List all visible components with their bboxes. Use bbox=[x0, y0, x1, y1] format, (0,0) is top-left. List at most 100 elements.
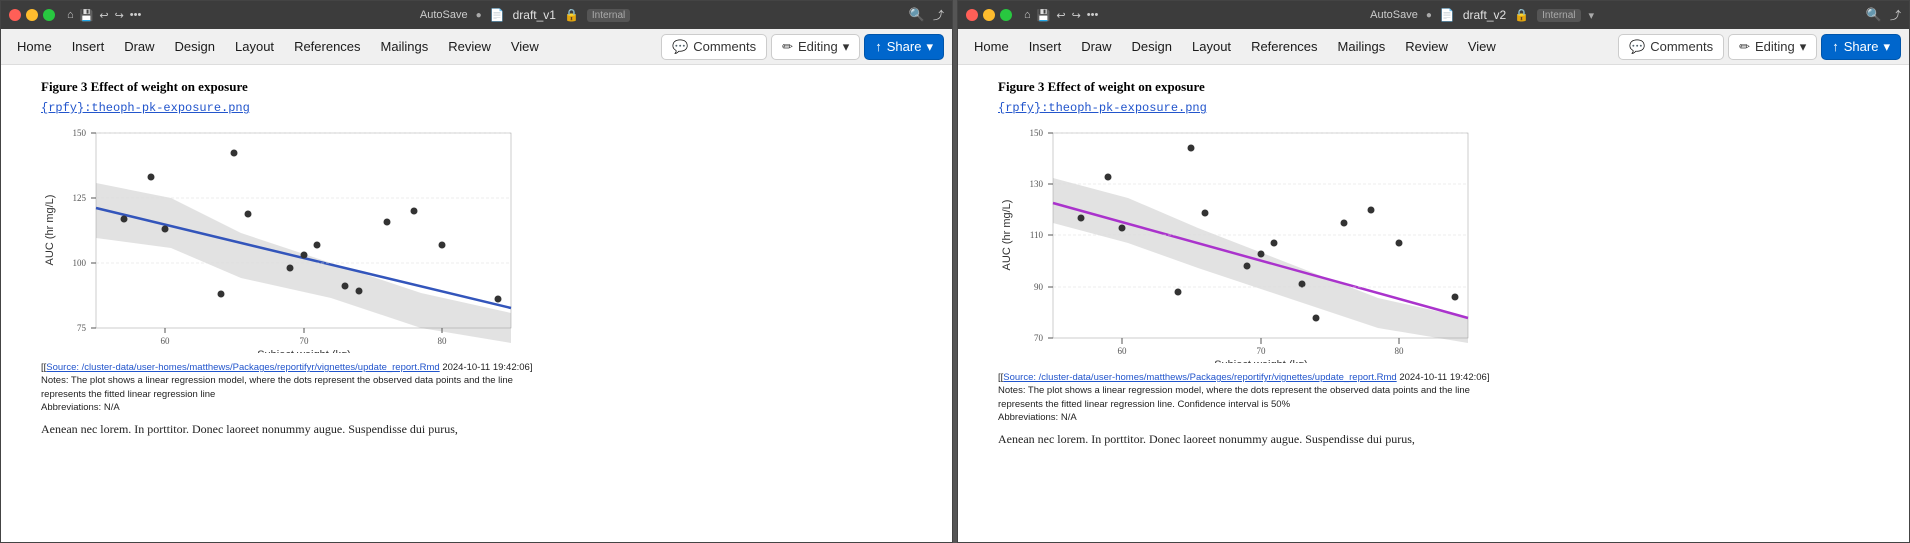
right-autosave-toggle[interactable]: ● bbox=[1426, 10, 1432, 21]
right-xlabel: Subject weight (kg) bbox=[1214, 359, 1308, 363]
right-body-text: Aenean nec lorem. In porttitor. Donec la… bbox=[998, 430, 1869, 448]
right-menu-view[interactable]: View bbox=[1460, 35, 1504, 58]
left-title-center: AutoSave ● 📄 draft_v1 🔒 Internal bbox=[147, 8, 902, 22]
right-doc-badge: Internal bbox=[1537, 9, 1580, 22]
left-dp-7 bbox=[301, 252, 308, 259]
right-comments-button[interactable]: 💬 Comments bbox=[1618, 34, 1724, 60]
right-window: ⌂ 💾 ↩ ↪ ••• AutoSave ● 📄 draft_v2 🔒 Inte… bbox=[957, 0, 1910, 543]
right-menu-references[interactable]: References bbox=[1243, 35, 1325, 58]
left-save-icon[interactable]: 💾 bbox=[80, 9, 94, 22]
left-chart-svg: 75 100 125 150 60 bbox=[41, 123, 531, 353]
left-source-link[interactable]: Source: /cluster-data/user-homes/matthew… bbox=[46, 362, 439, 373]
left-internal-icon: 🔒 bbox=[564, 8, 579, 22]
left-xtick-70: 70 bbox=[300, 336, 310, 346]
right-dp-2 bbox=[1105, 174, 1112, 181]
right-search-icon[interactable]: 🔍 bbox=[1866, 7, 1882, 23]
left-autosave-toggle[interactable]: ● bbox=[476, 10, 482, 21]
left-search-icon[interactable]: 🔍 bbox=[909, 7, 925, 23]
left-maximize-button[interactable] bbox=[43, 9, 55, 21]
right-redo-icon[interactable]: ↪ bbox=[1072, 9, 1081, 22]
right-undo-icon[interactable]: ↩ bbox=[1056, 9, 1065, 22]
left-doc-badge: Internal bbox=[587, 9, 630, 22]
right-menu-mailings[interactable]: Mailings bbox=[1330, 35, 1394, 58]
right-dp-14 bbox=[1452, 294, 1459, 301]
left-menu-references[interactable]: References bbox=[286, 35, 368, 58]
right-doc-area: Figure 3 Effect of weight on exposure {r… bbox=[958, 65, 1909, 542]
left-menu-design[interactable]: Design bbox=[167, 35, 223, 58]
left-menu-bar: Home Insert Draw Design Layout Reference… bbox=[1, 29, 952, 65]
left-editing-chevron: ▾ bbox=[843, 39, 850, 55]
right-dp-6 bbox=[1244, 263, 1251, 270]
left-comments-button[interactable]: 💬 Comments bbox=[661, 34, 767, 60]
right-save-icon[interactable]: 💾 bbox=[1037, 9, 1051, 22]
right-maximize-button[interactable] bbox=[1000, 9, 1012, 21]
left-menu-view[interactable]: View bbox=[503, 35, 547, 58]
left-doc-area: Figure 3 Effect of weight on exposure {r… bbox=[1, 65, 952, 542]
left-menu-insert[interactable]: Insert bbox=[64, 35, 113, 58]
right-source-notes: Notes: The plot shows a linear regressio… bbox=[998, 385, 1470, 396]
right-menu-review[interactable]: Review bbox=[1397, 35, 1456, 58]
right-editing-label: Editing bbox=[1755, 39, 1795, 54]
right-internal-icon: 🔒 bbox=[1514, 8, 1529, 22]
right-menu-draw[interactable]: Draw bbox=[1073, 35, 1119, 58]
left-doc-icon: 📄 bbox=[490, 8, 505, 22]
left-close-button[interactable] bbox=[9, 9, 21, 21]
left-window: ⌂ 💾 ↩ ↪ ••• AutoSave ● 📄 draft_v1 🔒 Inte… bbox=[0, 0, 953, 543]
right-source-date: 2024-10-11 19:42:06] bbox=[1399, 372, 1489, 383]
right-dp-12 bbox=[1368, 207, 1375, 214]
right-menu-layout[interactable]: Layout bbox=[1184, 35, 1239, 58]
left-title-bar: ⌂ 💾 ↩ ↪ ••• AutoSave ● 📄 draft_v1 🔒 Inte… bbox=[1, 1, 952, 29]
left-undo-icon[interactable]: ↩ bbox=[99, 9, 108, 22]
right-source-notes2: represents the fitted linear regression … bbox=[998, 399, 1290, 410]
left-comments-label: Comments bbox=[693, 39, 756, 54]
left-menu-home[interactable]: Home bbox=[9, 35, 60, 58]
left-xlabel: Subject weight (kg) bbox=[257, 349, 351, 353]
left-figure-ref: {rpfy}:theoph-pk-exposure.png bbox=[41, 101, 912, 115]
left-comment-icon: 💬 bbox=[672, 39, 688, 55]
left-menu-mailings[interactable]: Mailings bbox=[373, 35, 437, 58]
left-share2-icon[interactable]: ⤴ bbox=[933, 7, 944, 23]
left-dp-14 bbox=[495, 296, 502, 303]
right-minimize-button[interactable] bbox=[983, 9, 995, 21]
left-dp-3 bbox=[162, 226, 169, 233]
right-dp-7 bbox=[1258, 251, 1265, 258]
left-doc-name: draft_v1 bbox=[513, 8, 556, 22]
right-menu-bar: Home Insert Draw Design Layout Reference… bbox=[958, 29, 1909, 65]
left-ytick-100: 100 bbox=[73, 258, 87, 268]
right-dp-8 bbox=[1271, 240, 1278, 247]
right-menu-insert[interactable]: Insert bbox=[1021, 35, 1070, 58]
right-source-link[interactable]: Source: /cluster-data/user-homes/matthew… bbox=[1003, 372, 1396, 383]
right-ylabel: AUC (hr mg/L) bbox=[1001, 200, 1013, 271]
left-share-button[interactable]: ↑ Share ▾ bbox=[864, 34, 944, 60]
right-ytick-110: 110 bbox=[1030, 230, 1044, 240]
left-dp-4 bbox=[218, 291, 225, 298]
left-redo-icon[interactable]: ↪ bbox=[115, 9, 124, 22]
right-doc-icon: 📄 bbox=[1440, 8, 1455, 22]
left-dp-15 bbox=[231, 150, 238, 157]
left-share-label: Share bbox=[887, 39, 922, 54]
left-menu-layout[interactable]: Layout bbox=[227, 35, 282, 58]
right-title-center: AutoSave ● 📄 draft_v2 🔒 Internal ▾ bbox=[1104, 8, 1859, 22]
left-traffic-lights bbox=[9, 9, 55, 21]
left-source-text: [[Source: /cluster-data/user-homes/matth… bbox=[41, 361, 912, 414]
right-close-button[interactable] bbox=[966, 9, 978, 21]
left-home-icon[interactable]: ⌂ bbox=[67, 9, 74, 21]
left-minimize-button[interactable] bbox=[26, 9, 38, 21]
left-menu-review[interactable]: Review bbox=[440, 35, 499, 58]
right-share-button[interactable]: ↑ Share ▾ bbox=[1821, 34, 1901, 60]
right-menu-home[interactable]: Home bbox=[966, 35, 1017, 58]
right-xtick-70: 70 bbox=[1257, 346, 1267, 356]
right-share2-icon[interactable]: ⤴ bbox=[1890, 7, 1901, 23]
right-editing-button[interactable]: ✏ Editing ▾ bbox=[1728, 34, 1817, 60]
left-editing-button[interactable]: ✏ Editing ▾ bbox=[771, 34, 860, 60]
left-dp-12 bbox=[411, 208, 418, 215]
left-more-icon[interactable]: ••• bbox=[130, 9, 142, 21]
right-badge-chevron[interactable]: ▾ bbox=[1589, 9, 1595, 22]
right-more-icon[interactable]: ••• bbox=[1087, 9, 1099, 21]
left-pencil-icon: ✏ bbox=[782, 39, 793, 55]
right-home-icon[interactable]: ⌂ bbox=[1024, 9, 1031, 21]
right-menu-design[interactable]: Design bbox=[1124, 35, 1180, 58]
left-ylabel: AUC (hr mg/L) bbox=[44, 195, 56, 266]
right-dp-15 bbox=[1188, 145, 1195, 152]
left-menu-draw[interactable]: Draw bbox=[116, 35, 162, 58]
